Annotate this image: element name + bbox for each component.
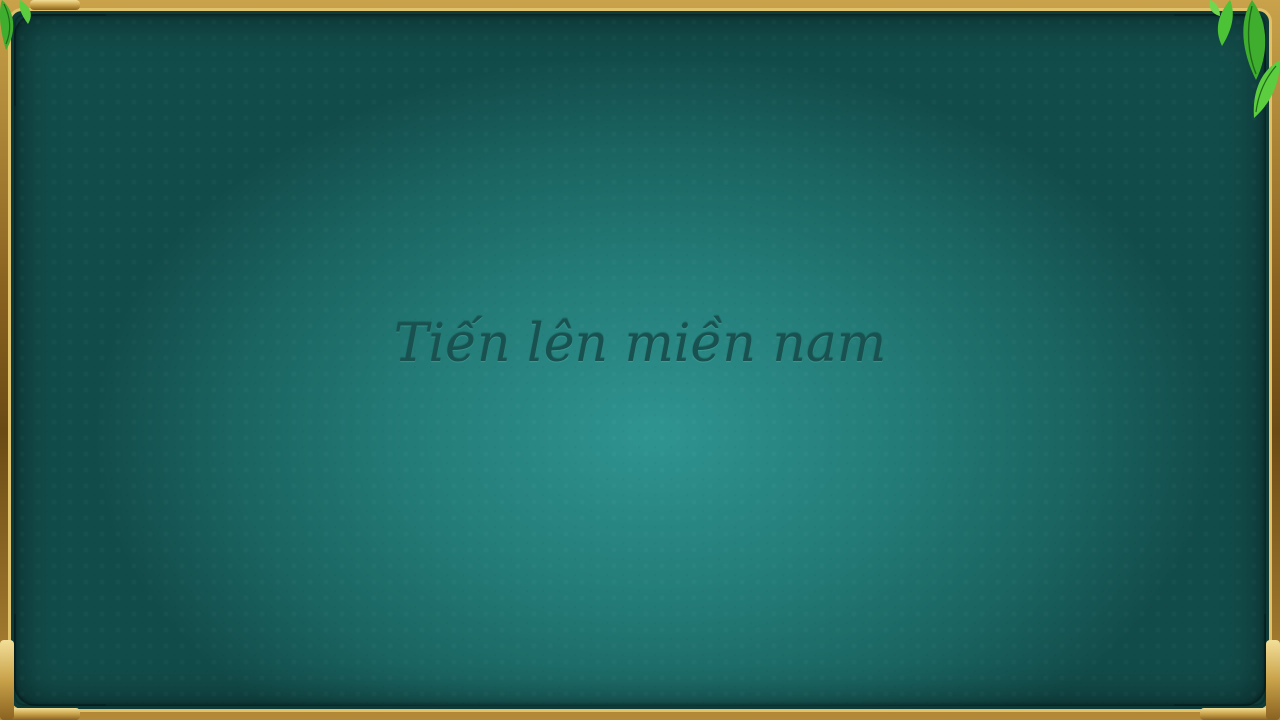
corner-ornament-top-left: [14, 14, 106, 106]
card-table: Tiến lên miền nam: [14, 14, 1266, 706]
corner-ornament-top-right: [1174, 14, 1266, 106]
frame-post-right: [1266, 640, 1280, 720]
corner-ornament-bottom-left: [14, 614, 106, 706]
game-screen: Tiến lên miền nam: [0, 0, 1280, 720]
frame-cap-top-left: [30, 0, 80, 10]
corner-ornament-bottom-right: [1174, 614, 1266, 706]
game-title: Tiến lên miền nam: [393, 314, 887, 374]
frame-post-left: [0, 640, 14, 720]
